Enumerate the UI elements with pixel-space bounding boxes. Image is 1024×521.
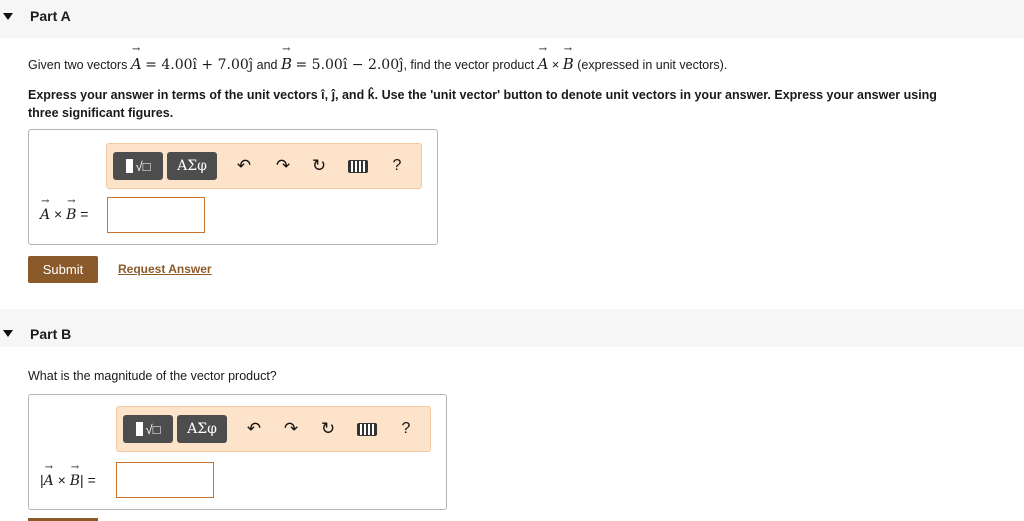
part-b-title: Part B <box>30 326 72 342</box>
magnitude-input[interactable] <box>116 462 214 498</box>
submit-button[interactable]: Submit <box>28 256 98 283</box>
reset-icon[interactable]: ↻ <box>309 156 329 176</box>
part-a-question: Given two vectors A = 4.00î + 7.00ĵ and … <box>28 44 727 73</box>
collapse-triangle-icon[interactable] <box>3 330 13 337</box>
undo-icon[interactable]: ↶ <box>244 419 264 439</box>
part-b-answer-box: √□ ΑΣφ ↶ ↷ ↻ ? |A × B| = <box>28 394 447 510</box>
help-button[interactable]: ? <box>387 156 407 176</box>
templates-button[interactable]: √□ <box>123 415 173 443</box>
redo-icon[interactable]: ↷ <box>281 419 301 439</box>
reset-icon[interactable]: ↻ <box>318 419 338 439</box>
redo-icon[interactable]: ↷ <box>273 156 293 176</box>
part-a-answer-box: √□ ΑΣφ ↶ ↷ ↻ ? A × B = <box>28 129 438 245</box>
greek-symbols-button[interactable]: ΑΣφ <box>177 415 227 443</box>
part-b-header[interactable]: Part B <box>0 309 1024 347</box>
request-answer-link[interactable]: Request Answer <box>118 262 212 276</box>
help-button[interactable]: ? <box>396 419 416 439</box>
template-icon: √□ <box>135 422 161 437</box>
greek-symbols-button[interactable]: ΑΣφ <box>167 152 217 180</box>
keyboard-icon[interactable] <box>357 419 377 439</box>
templates-button[interactable]: √□ <box>113 152 163 180</box>
keyboard-icon[interactable] <box>348 156 368 176</box>
part-b-question: What is the magnitude of the vector prod… <box>28 369 277 383</box>
collapse-triangle-icon[interactable] <box>3 13 13 20</box>
answer-label: A × B = <box>40 196 88 223</box>
part-a-title: Part A <box>30 8 71 24</box>
template-icon: √□ <box>125 159 151 174</box>
magnitude-label: |A × B| = <box>40 462 96 489</box>
undo-icon[interactable]: ↶ <box>234 156 254 176</box>
math-toolbar: √□ ΑΣφ ↶ ↷ ↻ ? <box>116 406 431 452</box>
part-a-header[interactable]: Part A <box>0 0 1024 38</box>
part-a-instructions: Express your answer in terms of the unit… <box>28 88 937 120</box>
answer-input[interactable] <box>107 197 205 233</box>
math-toolbar: √□ ΑΣφ ↶ ↷ ↻ ? <box>106 143 422 189</box>
